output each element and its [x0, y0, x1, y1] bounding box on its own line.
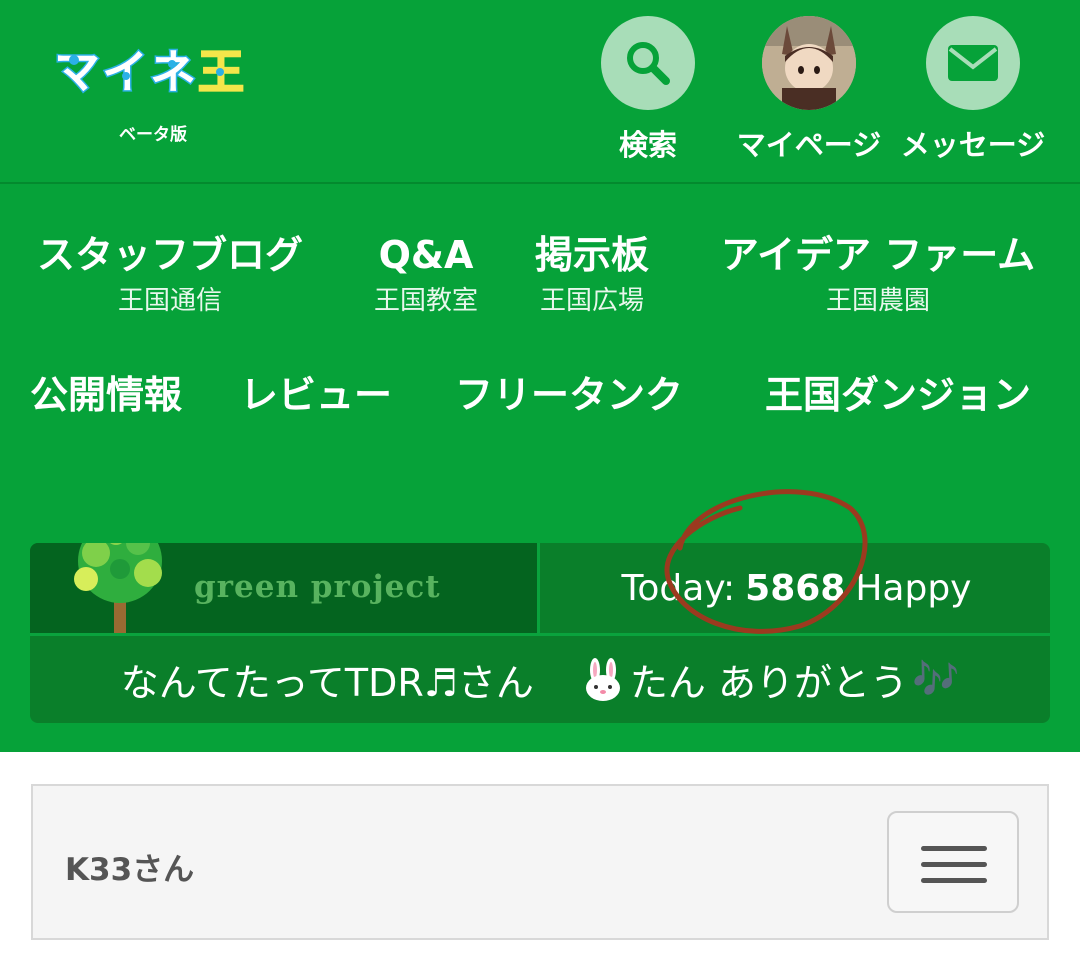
avatar-image	[762, 16, 856, 110]
search-icon	[627, 42, 670, 85]
mypage-label: マイページ	[736, 128, 882, 162]
thanks-name: なんてたってTDR♬さん	[120, 661, 534, 705]
today-suffix: Happy	[855, 567, 972, 609]
nav-idea-farm-sub: 王国農園	[825, 286, 930, 316]
logo-mark: マ イ ネ 王	[53, 44, 246, 101]
svg-text:イ: イ	[102, 45, 148, 99]
nav-idea-farm[interactable]: アイデア ファーム 王国農園	[716, 232, 1040, 318]
nav-staff-blog[interactable]: スタッフブログ 王国通信	[34, 232, 306, 318]
search-circle	[601, 16, 695, 110]
nav-staff-blog-label: スタッフブログ	[36, 233, 303, 277]
user-name: K33さん	[65, 852, 195, 888]
nav-review[interactable]: レビュー	[240, 372, 392, 418]
nav-qa-label: Q&A	[378, 233, 474, 277]
tree-icon	[74, 543, 162, 633]
today-happy-counter: Today: 5868 Happy	[543, 543, 1050, 633]
music-notes-icon: 🎶	[911, 657, 960, 701]
message-circle	[926, 16, 1020, 110]
green-project-box: green project Today: 5868 Happy なんてたってTD…	[30, 543, 1050, 723]
nav-board[interactable]: 掲示板 王国広場	[528, 232, 656, 318]
thanks-message[interactable]: なんてたってTDR♬さん たん ありがとう 🎶	[30, 636, 1050, 723]
menu-icon-bar	[921, 862, 987, 867]
message-button[interactable]: メッセージ	[900, 16, 1046, 166]
svg-text:マ: マ	[54, 45, 100, 99]
nav-qa-sub: 王国教室	[373, 286, 478, 316]
site-header: マ イ ネ 王 ベータ版 検索 マイページ メッセージ	[0, 0, 1080, 184]
nav-board-label: 掲示板	[534, 233, 649, 277]
nav-board-sub: 王国広場	[539, 286, 644, 316]
logo-beta-label: ベータ版	[119, 125, 187, 145]
nav-qa[interactable]: Q&A 王国教室	[362, 232, 490, 318]
search-button[interactable]: 検索	[593, 16, 703, 166]
today-count: 5868	[745, 567, 846, 609]
avatar	[762, 16, 856, 110]
nav-free-tank[interactable]: フリータンク	[455, 372, 683, 418]
menu-icon-bar	[921, 878, 987, 883]
svg-text:ネ: ネ	[150, 45, 196, 99]
hamburger-menu-button[interactable]	[887, 811, 1019, 913]
message-label: メッセージ	[900, 128, 1046, 162]
site-logo[interactable]: マ イ ネ 王 ベータ版	[52, 42, 252, 146]
today-prefix: Today:	[621, 567, 736, 609]
nav-dungeon[interactable]: 王国ダンジョン	[765, 372, 1031, 418]
green-project-label: green project	[194, 569, 441, 605]
thanks-text: たん ありがとう	[629, 661, 908, 705]
nav-idea-farm-label: アイデア ファーム	[720, 233, 1036, 277]
green-project-banner[interactable]: green project	[30, 543, 540, 633]
menu-icon-bar	[921, 846, 987, 851]
search-label: 検索	[618, 128, 677, 162]
mail-icon	[948, 45, 998, 81]
rabbit-icon	[585, 657, 620, 701]
nav-staff-blog-sub: 王国通信	[117, 286, 222, 316]
nav-public-info[interactable]: 公開情報	[30, 372, 182, 418]
mypage-button[interactable]: マイページ	[731, 16, 887, 166]
user-bar: K33さん	[31, 784, 1049, 940]
